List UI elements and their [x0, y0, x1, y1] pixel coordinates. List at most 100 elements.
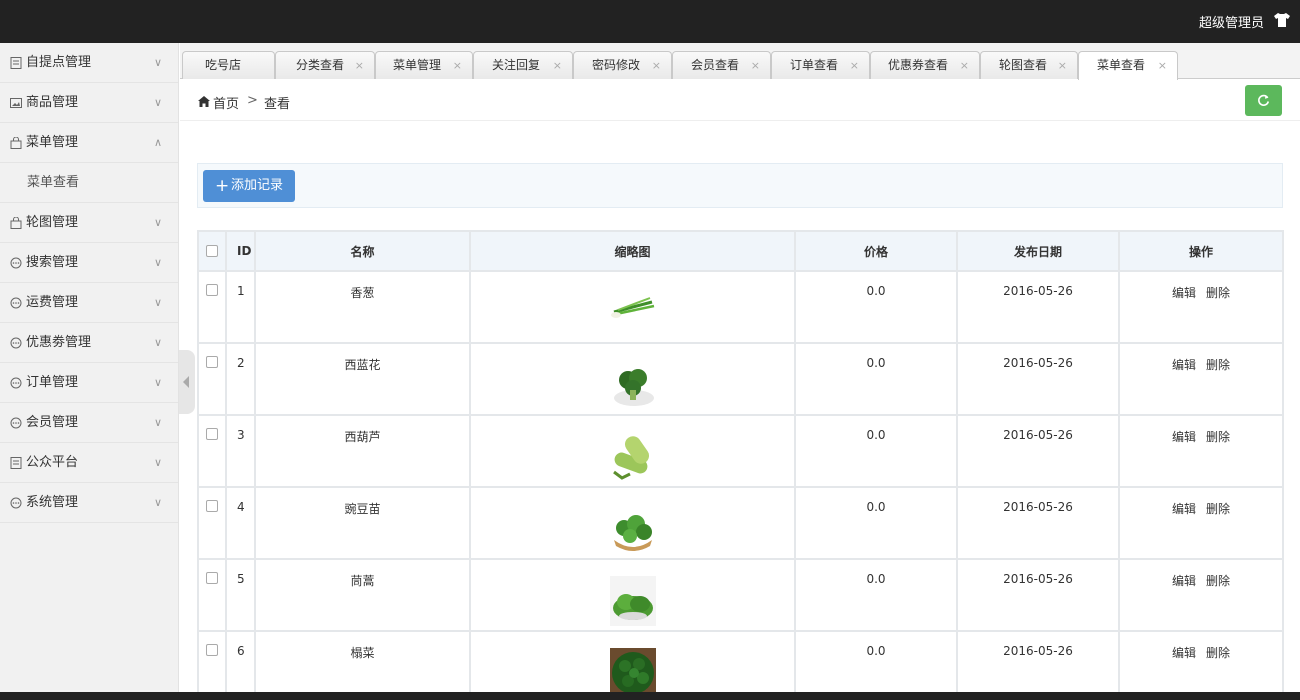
row-thumbnail-cell	[469, 486, 796, 560]
pea-shoots-thumbnail[interactable]	[609, 504, 656, 554]
tab-menu-view[interactable]: 菜单查看 ×	[1078, 51, 1178, 80]
tab-member-view[interactable]: 会员查看 ×	[672, 51, 771, 79]
delete-link[interactable]: 删除	[1206, 502, 1230, 516]
edit-link[interactable]: 编辑	[1172, 574, 1196, 588]
sidebar-item-search[interactable]: 搜索管理 ∨	[0, 243, 178, 283]
tab-label: 吃号店	[205, 58, 242, 72]
sidebar-item-label: 会员管理	[26, 415, 79, 430]
row-date: 2016-05-26	[956, 630, 1120, 700]
tab-menu-manage[interactable]: 菜单管理 ×	[375, 51, 473, 79]
close-icon[interactable]: ×	[553, 52, 562, 79]
add-record-button[interactable]: + 添加记录	[203, 170, 295, 202]
toolbar: + 添加记录	[197, 163, 1283, 208]
chat-icon	[10, 377, 22, 389]
sidebar-item-system[interactable]: 系统管理 ∨	[0, 483, 178, 523]
row-thumbnail-cell	[469, 558, 796, 632]
sidebar-subitem-menu-view[interactable]: 菜单查看	[0, 163, 178, 203]
close-icon[interactable]: ×	[850, 52, 859, 79]
sidebar-item-pickup[interactable]: 自提点管理 ∨	[0, 43, 178, 83]
row-id: 5	[225, 558, 256, 632]
row-checkbox[interactable]	[206, 500, 218, 512]
row-price: 0.0	[794, 630, 958, 700]
row-name: 茼蒿	[254, 558, 471, 632]
breadcrumb: 首页 > 查看	[180, 80, 1300, 121]
doc-icon	[10, 57, 22, 69]
tab-password-change[interactable]: 密码修改 ×	[573, 51, 672, 79]
sidebar-item-coupon[interactable]: 优惠劵管理 ∨	[0, 323, 178, 363]
row-date: 2016-05-26	[956, 558, 1120, 632]
chevron-down-icon: ∨	[153, 456, 162, 469]
close-icon[interactable]: ×	[1158, 52, 1167, 79]
sidebar-item-carousel[interactable]: 轮图管理 ∨	[0, 203, 178, 243]
close-icon[interactable]: ×	[751, 52, 760, 79]
sidebar-item-label: 系统管理	[26, 495, 79, 510]
column-header-date[interactable]: 发布日期	[956, 230, 1120, 272]
edit-link[interactable]: 编辑	[1172, 502, 1196, 516]
table-row: 4 豌豆苗 0.0 2016-05-26 编辑 删除	[197, 486, 1284, 560]
close-icon[interactable]: ×	[652, 52, 661, 79]
tab-order-view[interactable]: 订单查看 ×	[771, 51, 870, 79]
sidebar-item-label: 商品管理	[26, 95, 79, 110]
row-checkbox[interactable]	[206, 644, 218, 656]
column-header-id[interactable]: ID	[225, 230, 256, 272]
row-checkbox[interactable]	[206, 284, 218, 296]
column-header-name[interactable]: 名称	[254, 230, 471, 272]
user-name[interactable]: 超级管理员	[1199, 12, 1264, 31]
tab-category-view[interactable]: 分类查看 ×	[275, 51, 375, 79]
crown-daisy-thumbnail[interactable]	[609, 576, 656, 626]
sidebar-item-public-platform[interactable]: 公众平台 ∨	[0, 443, 178, 483]
row-thumbnail-cell	[469, 630, 796, 700]
refresh-button[interactable]	[1245, 85, 1282, 116]
breadcrumb-home[interactable]: 首页	[213, 93, 239, 112]
delete-link[interactable]: 删除	[1206, 430, 1230, 444]
tatsoi-thumbnail[interactable]	[609, 648, 656, 698]
row-actions: 编辑 删除	[1118, 414, 1284, 488]
delete-link[interactable]: 删除	[1206, 574, 1230, 588]
row-actions: 编辑 删除	[1118, 270, 1284, 344]
row-checkbox[interactable]	[206, 428, 218, 440]
edit-link[interactable]: 编辑	[1172, 358, 1196, 372]
row-name: 西蓝花	[254, 342, 471, 416]
zucchini-thumbnail[interactable]	[609, 432, 656, 482]
delete-link[interactable]: 删除	[1206, 646, 1230, 660]
delete-link[interactable]: 删除	[1206, 286, 1230, 300]
row-checkbox[interactable]	[206, 356, 218, 368]
select-all-checkbox[interactable]	[206, 244, 218, 257]
edit-link[interactable]: 编辑	[1172, 430, 1196, 444]
edit-link[interactable]: 编辑	[1172, 286, 1196, 300]
chat-icon	[10, 257, 22, 269]
tab-carousel-view[interactable]: 轮图查看 ×	[980, 51, 1078, 79]
row-checkbox[interactable]	[206, 572, 218, 584]
chat-icon	[10, 417, 22, 429]
sidebar-item-menu[interactable]: 菜单管理 ∧	[0, 123, 178, 163]
tab-shop[interactable]: 吃号店	[182, 51, 275, 79]
table-row: 1 香葱 0.0 2016-05-26 编辑 删除	[197, 270, 1284, 344]
refresh-icon	[1258, 94, 1270, 106]
sidebar-item-label: 轮图管理	[26, 215, 79, 230]
table-row: 2 西蓝花 0.0 2016-05-26 编辑 删除	[197, 342, 1284, 416]
tab-label: 密码修改	[592, 58, 641, 72]
scallion-thumbnail[interactable]	[609, 288, 656, 338]
close-icon[interactable]: ×	[1058, 52, 1067, 79]
broccoli-thumbnail[interactable]	[609, 360, 656, 410]
tab-coupon-view[interactable]: 优惠券查看 ×	[870, 51, 980, 79]
sidebar-item-label: 订单管理	[26, 375, 79, 390]
edit-link[interactable]: 编辑	[1172, 646, 1196, 660]
sidebar-item-shipping[interactable]: 运费管理 ∨	[0, 283, 178, 323]
row-date: 2016-05-26	[956, 270, 1120, 344]
tab-follow-reply[interactable]: 关注回复 ×	[473, 51, 573, 79]
shirt-icon[interactable]	[1274, 13, 1290, 27]
chat-icon	[10, 297, 22, 309]
close-icon[interactable]: ×	[355, 52, 364, 79]
sidebar-collapse-handle[interactable]	[179, 350, 195, 414]
sidebar-item-members[interactable]: 会员管理 ∨	[0, 403, 178, 443]
column-header-price[interactable]: 价格	[794, 230, 958, 272]
bag-icon	[10, 217, 22, 229]
close-icon[interactable]: ×	[960, 52, 969, 79]
delete-link[interactable]: 删除	[1206, 358, 1230, 372]
row-id: 4	[225, 486, 256, 560]
close-icon[interactable]: ×	[453, 52, 462, 79]
top-bar: 超级管理员	[0, 0, 1300, 43]
sidebar-item-goods[interactable]: 商品管理 ∨	[0, 83, 178, 123]
sidebar-item-orders[interactable]: 订单管理 ∨	[0, 363, 178, 403]
